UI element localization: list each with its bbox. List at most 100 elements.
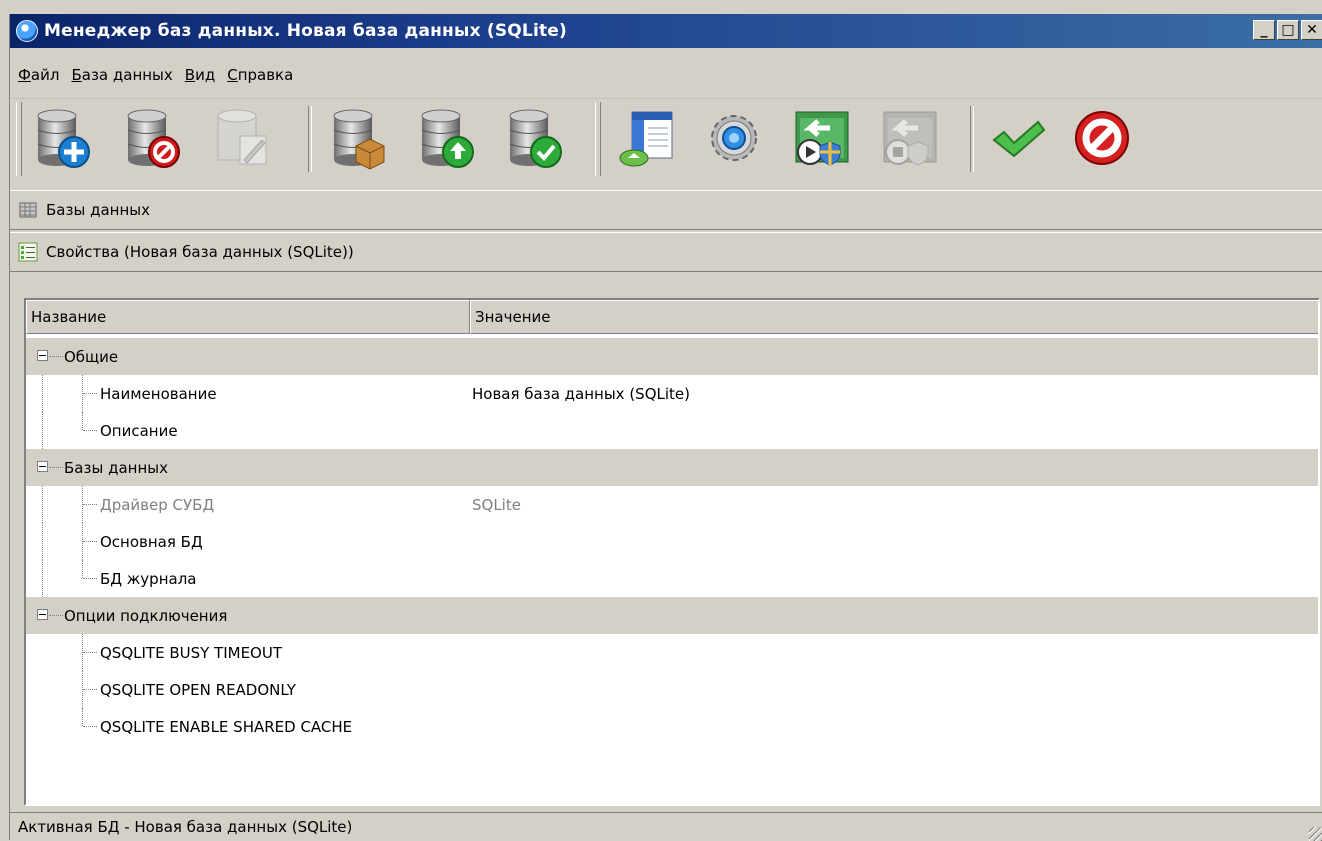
maximize-button[interactable]: □: [1277, 20, 1299, 40]
tree-connector: [83, 541, 97, 542]
property-name: Описание: [100, 421, 178, 440]
tree-connector: [83, 689, 97, 690]
tree-connector: [83, 504, 97, 505]
add-database-icon: [37, 109, 90, 168]
property-name: Драйвер СУБД: [100, 495, 215, 514]
window-title: Менеджер баз данных. Новая база данных (…: [44, 21, 568, 41]
property-name: QSQLITE ENABLE SHARED CACHE: [100, 717, 353, 736]
property-name: QSQLITE OPEN READONLY: [100, 680, 296, 699]
tree-group-label: Базы данных: [64, 458, 168, 477]
remove-database-button[interactable]: [120, 106, 184, 170]
edit-database-button[interactable]: [210, 106, 274, 170]
table-header: Название Значение: [26, 300, 1318, 334]
tree-item-row[interactable]: Основная БД: [26, 523, 1318, 560]
main-window: Менеджер баз данных. Новая база данных (…: [9, 14, 1322, 841]
tree-item-row[interactable]: Наименование Новая база данных (SQLite): [26, 375, 1318, 412]
properties-tree-table[interactable]: Название Значение Общие Наименование Новая…: [24, 298, 1320, 806]
cancel-button[interactable]: [1070, 106, 1134, 170]
tree-connector: [83, 578, 97, 579]
tree-connector: [49, 356, 63, 357]
tree-connector: [83, 393, 97, 394]
status-bar: Активная БД - Новая база данных (SQLite): [10, 812, 1322, 841]
backup-database-icon: [333, 109, 385, 170]
toolbar-grip[interactable]: [16, 102, 22, 176]
resize-grip[interactable]: [1309, 827, 1322, 841]
disconnect-icon: [883, 111, 937, 166]
tree-item-row[interactable]: QSQLITE OPEN READONLY: [26, 671, 1318, 708]
tree-connector: [42, 523, 43, 560]
settings-gear-icon: [711, 115, 757, 161]
window-controls: _ □ ✕: [1253, 20, 1322, 40]
collapse-toggle-icon[interactable]: [37, 350, 48, 361]
property-name: QSQLITE BUSY TIMEOUT: [100, 643, 282, 662]
collapse-toggle-icon[interactable]: [37, 461, 48, 472]
properties-section-label: Свойства (Новая база данных (SQLite)): [46, 243, 354, 261]
toolbar-grip-2[interactable]: [595, 102, 601, 176]
connect-icon: [795, 111, 849, 166]
property-name: Наименование: [100, 384, 217, 403]
upload-database-button[interactable]: [414, 106, 478, 170]
tree-item-row[interactable]: БД журнала: [26, 560, 1318, 597]
tree-connector: [42, 560, 43, 597]
check-database-button[interactable]: [502, 106, 566, 170]
menu-database[interactable]: База данных: [71, 66, 172, 84]
tree-group-row[interactable]: Опции подключения: [26, 597, 1318, 634]
databases-icon: [19, 202, 37, 218]
tree-connector: [82, 560, 83, 578]
app-icon[interactable]: [16, 20, 38, 42]
tree-group-row[interactable]: Базы данных: [26, 449, 1318, 486]
open-form-icon: [619, 111, 673, 167]
toolbar: [10, 92, 1322, 191]
tree-connector: [83, 430, 97, 431]
check-database-icon: [509, 109, 562, 168]
column-header-name[interactable]: Название: [26, 300, 470, 334]
tree-group-label: Общие: [64, 347, 119, 366]
property-name: БД журнала: [100, 569, 197, 588]
tree-connector: [83, 726, 97, 727]
tree-connector: [82, 708, 83, 726]
minimize-button[interactable]: _: [1253, 20, 1275, 40]
connect-button[interactable]: [790, 106, 854, 170]
tree-connector: [49, 615, 63, 616]
title-bar[interactable]: Менеджер баз данных. Новая база данных (…: [10, 14, 1322, 48]
tree-connector: [49, 467, 63, 468]
property-value[interactable]: SQLite: [472, 486, 521, 523]
tree-connector: [83, 652, 97, 653]
close-button[interactable]: ✕: [1301, 20, 1322, 40]
toolbar-separator-2: [970, 106, 974, 172]
tree-connector: [42, 486, 43, 523]
add-database-button[interactable]: [30, 106, 94, 170]
disconnect-button[interactable]: [878, 106, 942, 170]
properties-list-icon: [18, 242, 38, 262]
open-form-button[interactable]: [614, 106, 678, 170]
tree-item-row[interactable]: QSQLITE ENABLE SHARED CACHE: [26, 708, 1318, 745]
tree-group-row[interactable]: Общие: [26, 338, 1318, 375]
tree-item-row[interactable]: QSQLITE BUSY TIMEOUT: [26, 634, 1318, 671]
databases-section-label: Базы данных: [46, 201, 150, 219]
apply-button[interactable]: [984, 106, 1048, 170]
cancel-icon: [1075, 111, 1129, 165]
column-header-value[interactable]: Значение: [470, 300, 1318, 334]
tree-group-label: Опции подключения: [64, 606, 228, 625]
settings-button[interactable]: [702, 106, 766, 170]
tree-item-row[interactable]: Драйвер СУБД SQLite: [26, 486, 1318, 523]
remove-database-icon: [127, 109, 180, 168]
properties-section-header[interactable]: Свойства (Новая база данных (SQLite)): [10, 232, 1322, 272]
tree-connector: [42, 375, 43, 412]
menu-file[interactable]: Файл: [18, 66, 59, 84]
menu-view[interactable]: Вид: [185, 66, 215, 84]
edit-database-icon: [217, 109, 267, 165]
databases-section-header[interactable]: Базы данных: [10, 190, 1322, 230]
status-text: Активная БД - Новая база данных (SQLite): [18, 818, 353, 836]
collapse-toggle-icon[interactable]: [37, 609, 48, 620]
tree-connector: [42, 412, 43, 449]
tree-connector: [82, 412, 83, 430]
upload-database-icon: [421, 109, 474, 168]
tree-item-row[interactable]: Описание: [26, 412, 1318, 449]
menu-help[interactable]: Справка: [227, 66, 293, 84]
property-value[interactable]: Новая база данных (SQLite): [472, 375, 690, 412]
apply-checkmark-icon: [992, 120, 1046, 158]
backup-database-button[interactable]: [326, 106, 390, 170]
toolbar-separator: [308, 106, 312, 172]
property-name: Основная БД: [100, 532, 203, 551]
